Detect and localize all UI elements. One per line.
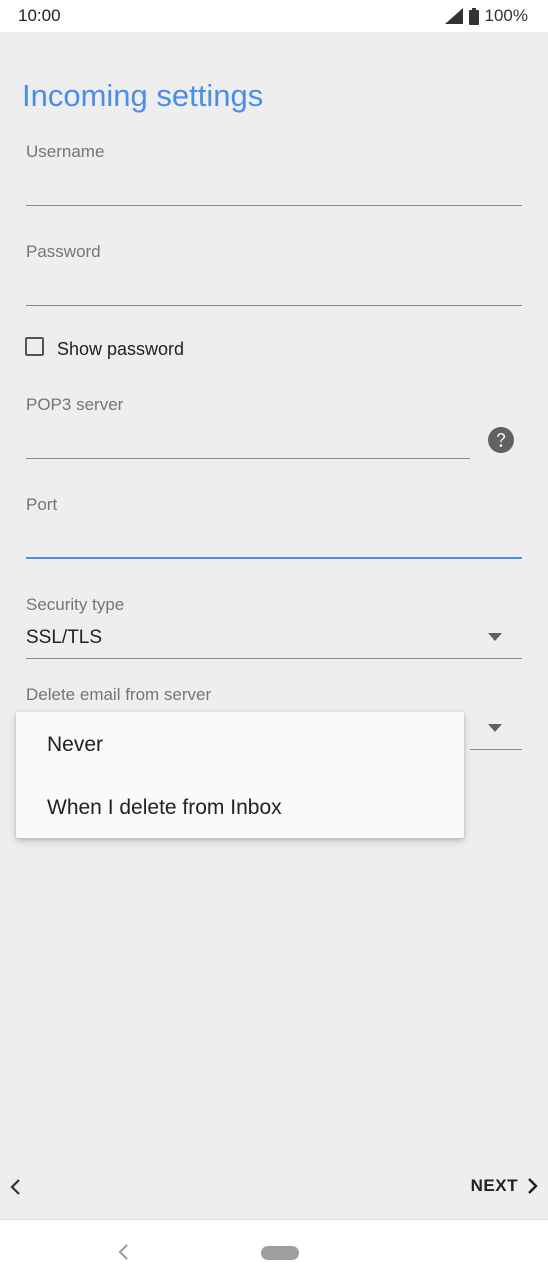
security-type-underline bbox=[26, 658, 522, 659]
help-icon[interactable] bbox=[487, 426, 515, 454]
status-time: 10:00 bbox=[18, 6, 61, 25]
port-label: Port bbox=[26, 495, 58, 514]
home-pill-icon[interactable] bbox=[261, 1246, 299, 1260]
next-label: NEXT bbox=[470, 1176, 518, 1195]
show-password-label[interactable]: Show password bbox=[57, 339, 184, 360]
show-password-checkbox[interactable] bbox=[25, 337, 44, 356]
password-label: Password bbox=[26, 242, 101, 261]
status-bar: 10:00 100% bbox=[0, 0, 548, 32]
system-nav-bar bbox=[0, 1219, 548, 1283]
battery-icon bbox=[468, 7, 479, 25]
pop3-server-input[interactable] bbox=[26, 427, 470, 455]
port-input[interactable] bbox=[26, 527, 522, 555]
menu-item-when-delete-from-inbox[interactable]: When I delete from Inbox bbox=[47, 796, 282, 820]
chevron-right-icon bbox=[528, 1178, 538, 1194]
username-underline bbox=[26, 205, 522, 206]
signal-icon bbox=[444, 8, 463, 24]
delete-email-underline bbox=[470, 749, 522, 750]
delete-email-label: Delete email from server bbox=[26, 685, 212, 704]
password-input[interactable] bbox=[26, 274, 522, 302]
username-input[interactable] bbox=[26, 174, 522, 202]
password-underline bbox=[26, 305, 522, 306]
security-type-label: Security type bbox=[26, 595, 125, 614]
battery-percent: 100% bbox=[484, 6, 528, 25]
security-type-dropdown-icon[interactable] bbox=[488, 633, 502, 641]
pop3-server-underline bbox=[26, 458, 470, 459]
username-label: Username bbox=[26, 142, 105, 161]
status-indicators: 100% bbox=[444, 6, 528, 26]
delete-email-menu: Never When I delete from Inbox bbox=[16, 712, 464, 838]
page-title: Incoming settings bbox=[22, 78, 264, 113]
system-back-icon[interactable] bbox=[116, 1243, 130, 1261]
menu-item-never[interactable]: Never bbox=[47, 733, 103, 757]
back-button[interactable] bbox=[8, 1178, 24, 1196]
security-type-select[interactable]: SSL/TLS bbox=[26, 627, 102, 649]
port-underline bbox=[26, 557, 522, 559]
delete-email-dropdown-icon[interactable] bbox=[488, 724, 502, 732]
next-button[interactable]: NEXT bbox=[471, 1176, 538, 1196]
pop3-server-label: POP3 server bbox=[26, 395, 124, 414]
